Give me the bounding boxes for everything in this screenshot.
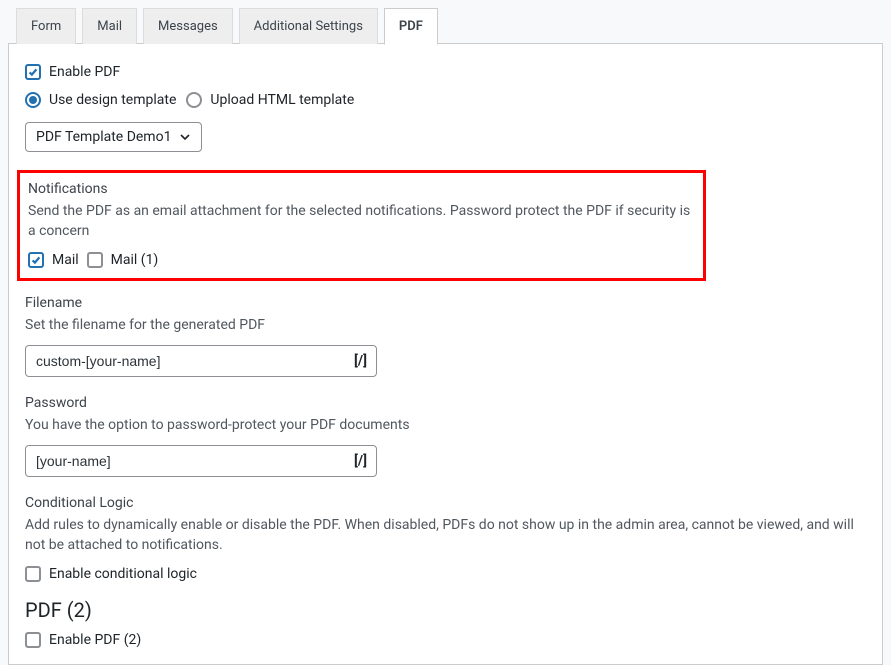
notification-option-mail1[interactable]: Mail (1) bbox=[87, 252, 159, 268]
password-input-wrap: [/] bbox=[25, 445, 377, 477]
enable-pdf2-row: Enable PDF (2) bbox=[25, 632, 866, 648]
notification-mail-label: Mail bbox=[52, 252, 79, 268]
template-mode-upload-option[interactable]: Upload HTML template bbox=[186, 92, 354, 108]
password-merge-tag-button[interactable]: [/] bbox=[354, 453, 367, 469]
password-title: Password bbox=[25, 395, 866, 411]
enable-pdf2-checkbox[interactable] bbox=[25, 632, 41, 648]
tab-form[interactable]: Form bbox=[16, 8, 76, 44]
tab-additional-settings[interactable]: Additional Settings bbox=[239, 8, 378, 44]
template-select[interactable]: PDF Template Demo1 bbox=[25, 122, 202, 152]
notification-mail1-checkbox[interactable] bbox=[87, 252, 103, 268]
template-mode-design-label: Use design template bbox=[49, 92, 176, 108]
notifications-title: Notifications bbox=[28, 181, 695, 197]
enable-conditional-label: Enable conditional logic bbox=[49, 566, 197, 582]
password-input[interactable] bbox=[25, 445, 377, 477]
tab-messages[interactable]: Messages bbox=[143, 8, 233, 44]
conditional-title: Conditional Logic bbox=[25, 495, 866, 511]
notification-mail-checkbox[interactable] bbox=[28, 252, 44, 268]
filename-title: Filename bbox=[25, 295, 866, 311]
conditional-desc: Add rules to dynamically enable or disab… bbox=[25, 515, 866, 556]
notification-mail1-label: Mail (1) bbox=[111, 252, 159, 268]
chevron-down-icon bbox=[179, 131, 191, 143]
notifications-desc: Send the PDF as an email attachment for … bbox=[28, 201, 695, 242]
enable-conditional-row: Enable conditional logic bbox=[25, 566, 866, 582]
conditional-logic-section: Conditional Logic Add rules to dynamical… bbox=[25, 495, 866, 582]
password-desc: You have the option to password-protect … bbox=[25, 415, 866, 435]
pdf2-heading: PDF (2) bbox=[25, 598, 866, 622]
tabs-bar: Form Mail Messages Additional Settings P… bbox=[8, 8, 883, 44]
enable-pdf-label: Enable PDF bbox=[49, 64, 120, 80]
tab-mail[interactable]: Mail bbox=[82, 8, 137, 44]
template-mode-design-radio[interactable] bbox=[25, 92, 41, 108]
enable-conditional-checkbox[interactable] bbox=[25, 566, 41, 582]
filename-merge-tag-button[interactable]: [/] bbox=[354, 353, 367, 369]
template-mode-upload-radio[interactable] bbox=[186, 92, 202, 108]
filename-desc: Set the filename for the generated PDF bbox=[25, 315, 866, 335]
template-mode-group: Use design template Upload HTML template bbox=[25, 92, 866, 108]
enable-pdf2-label: Enable PDF (2) bbox=[49, 632, 141, 648]
password-section: Password You have the option to password… bbox=[25, 395, 866, 477]
notifications-section: Notifications Send the PDF as an email a… bbox=[17, 170, 706, 281]
enable-pdf-checkbox[interactable] bbox=[25, 64, 41, 80]
filename-input-wrap: [/] bbox=[25, 345, 377, 377]
template-mode-design-option[interactable]: Use design template bbox=[25, 92, 176, 108]
checkmark-icon bbox=[27, 65, 39, 79]
notifications-options: Mail Mail (1) bbox=[28, 252, 695, 268]
filename-input[interactable] bbox=[25, 345, 377, 377]
filename-section: Filename Set the filename for the genera… bbox=[25, 295, 866, 377]
template-select-value: PDF Template Demo1 bbox=[36, 129, 171, 145]
tab-pdf[interactable]: PDF bbox=[384, 8, 438, 45]
template-mode-upload-label: Upload HTML template bbox=[210, 92, 354, 108]
pdf-settings-pane: Enable PDF Use design template Upload HT… bbox=[8, 43, 883, 665]
checkmark-icon bbox=[30, 253, 42, 267]
enable-pdf-row: Enable PDF bbox=[25, 64, 866, 80]
notification-option-mail[interactable]: Mail bbox=[28, 252, 79, 268]
